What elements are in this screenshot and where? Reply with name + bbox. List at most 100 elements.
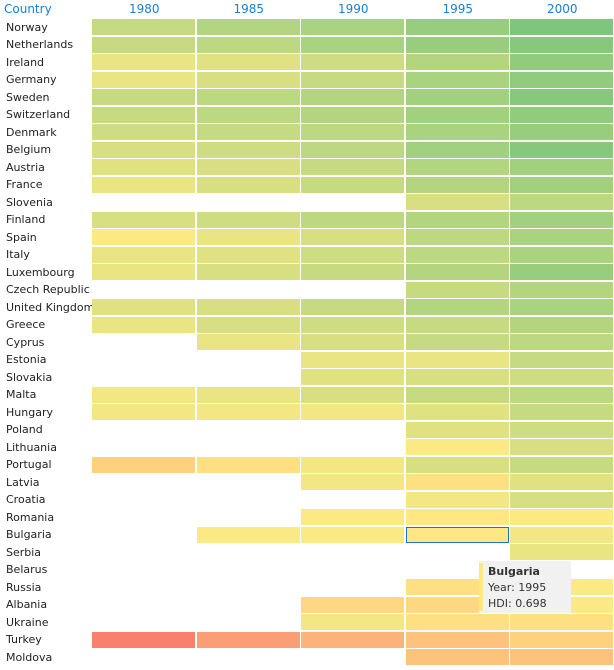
heatmap-cell[interactable] bbox=[196, 246, 300, 263]
heatmap-cell[interactable] bbox=[301, 631, 404, 648]
heatmap-cell[interactable] bbox=[405, 124, 509, 140]
heatmap-cell[interactable] bbox=[196, 631, 300, 648]
year-header[interactable]: 1995 bbox=[406, 0, 511, 18]
heatmap-cell[interactable] bbox=[301, 89, 404, 105]
heatmap-cell[interactable] bbox=[301, 211, 404, 228]
heatmap-cell[interactable] bbox=[405, 649, 509, 665]
heatmap-cell[interactable] bbox=[405, 456, 509, 473]
heatmap-cell[interactable] bbox=[301, 71, 404, 88]
heatmap-cell[interactable] bbox=[301, 54, 404, 70]
heatmap-cell[interactable] bbox=[510, 404, 613, 420]
heatmap-cell[interactable] bbox=[510, 106, 613, 123]
heatmap-cell[interactable] bbox=[196, 141, 300, 158]
heatmap-cell[interactable] bbox=[196, 89, 300, 105]
heatmap-cell[interactable] bbox=[92, 299, 195, 315]
heatmap-cell[interactable] bbox=[405, 89, 509, 105]
heatmap-cell[interactable] bbox=[92, 176, 195, 193]
heatmap-cell[interactable] bbox=[92, 71, 195, 88]
heatmap-cell[interactable] bbox=[510, 124, 613, 140]
heatmap-cell[interactable] bbox=[510, 36, 613, 53]
heatmap-cell[interactable] bbox=[510, 474, 613, 490]
heatmap-cell[interactable] bbox=[301, 404, 404, 420]
heatmap-cell[interactable] bbox=[196, 456, 300, 473]
heatmap-cell[interactable] bbox=[301, 474, 404, 490]
heatmap-cell[interactable] bbox=[405, 369, 509, 385]
heatmap-cell[interactable] bbox=[92, 36, 195, 53]
heatmap-cell[interactable] bbox=[301, 509, 404, 525]
heatmap-cell[interactable] bbox=[301, 176, 404, 193]
heatmap-cell[interactable] bbox=[405, 474, 509, 490]
heatmap-cell[interactable] bbox=[196, 386, 300, 403]
heatmap-cell[interactable] bbox=[196, 229, 300, 245]
heatmap-cell[interactable] bbox=[301, 526, 404, 543]
heatmap-cell[interactable] bbox=[405, 526, 509, 543]
heatmap-cell[interactable] bbox=[92, 54, 195, 70]
heatmap-cell[interactable] bbox=[301, 124, 404, 140]
heatmap-cell[interactable] bbox=[405, 351, 509, 368]
heatmap-cell[interactable] bbox=[301, 386, 404, 403]
heatmap-cell[interactable] bbox=[510, 211, 613, 228]
heatmap-cell[interactable] bbox=[301, 456, 404, 473]
heatmap-cell[interactable] bbox=[405, 176, 509, 193]
heatmap-cell[interactable] bbox=[196, 404, 300, 420]
heatmap-cell[interactable] bbox=[510, 176, 613, 193]
heatmap-cell[interactable] bbox=[196, 211, 300, 228]
heatmap-cell[interactable] bbox=[405, 404, 509, 420]
heatmap-cell[interactable] bbox=[510, 89, 613, 105]
heatmap-cell[interactable] bbox=[301, 229, 404, 245]
heatmap-cell[interactable] bbox=[510, 614, 613, 630]
heatmap-cell[interactable] bbox=[510, 386, 613, 403]
heatmap-cell[interactable] bbox=[510, 649, 613, 665]
heatmap-cell[interactable] bbox=[196, 19, 300, 35]
heatmap-cell[interactable] bbox=[405, 211, 509, 228]
year-header[interactable]: 1980 bbox=[92, 0, 197, 18]
heatmap-cell[interactable] bbox=[510, 456, 613, 473]
heatmap-cell[interactable] bbox=[92, 124, 195, 140]
year-header[interactable]: 1985 bbox=[197, 0, 302, 18]
heatmap-cell[interactable] bbox=[92, 316, 195, 333]
heatmap-cell[interactable] bbox=[405, 141, 509, 158]
heatmap-cell[interactable] bbox=[92, 159, 195, 175]
heatmap-cell[interactable] bbox=[301, 614, 404, 630]
heatmap-cell[interactable] bbox=[301, 19, 404, 35]
heatmap-cell[interactable] bbox=[405, 631, 509, 648]
heatmap-cell[interactable] bbox=[92, 404, 195, 420]
heatmap-cell[interactable] bbox=[301, 264, 404, 280]
heatmap-cell[interactable] bbox=[405, 159, 509, 175]
heatmap-cell[interactable] bbox=[405, 439, 509, 455]
heatmap-cell[interactable] bbox=[405, 421, 509, 438]
heatmap-cell[interactable] bbox=[405, 106, 509, 123]
heatmap-cell[interactable] bbox=[196, 159, 300, 175]
heatmap-cell[interactable] bbox=[301, 299, 404, 315]
heatmap-cell[interactable] bbox=[405, 386, 509, 403]
heatmap-cell[interactable] bbox=[510, 509, 613, 525]
heatmap-cell[interactable] bbox=[510, 141, 613, 158]
heatmap-cell[interactable] bbox=[405, 281, 509, 298]
heatmap-cell[interactable] bbox=[405, 246, 509, 263]
heatmap-cell[interactable] bbox=[92, 211, 195, 228]
heatmap-cell[interactable] bbox=[92, 229, 195, 245]
heatmap-cell[interactable] bbox=[92, 19, 195, 35]
heatmap-cell[interactable] bbox=[301, 369, 404, 385]
heatmap-cell[interactable] bbox=[196, 36, 300, 53]
heatmap-cell[interactable] bbox=[510, 246, 613, 263]
year-header[interactable]: 1990 bbox=[301, 0, 406, 18]
heatmap-cell[interactable] bbox=[510, 19, 613, 35]
heatmap-cell[interactable] bbox=[405, 509, 509, 525]
heatmap-cell[interactable] bbox=[510, 631, 613, 648]
heatmap-cell[interactable] bbox=[510, 194, 613, 210]
heatmap-cell[interactable] bbox=[405, 614, 509, 630]
heatmap-cell[interactable] bbox=[92, 89, 195, 105]
heatmap-cell[interactable] bbox=[196, 124, 300, 140]
heatmap-cell[interactable] bbox=[92, 386, 195, 403]
heatmap-cell[interactable] bbox=[301, 334, 404, 350]
heatmap-cell[interactable] bbox=[405, 71, 509, 88]
year-header[interactable]: 2000 bbox=[510, 0, 614, 18]
heatmap-cell[interactable] bbox=[196, 526, 300, 543]
heatmap-cell[interactable] bbox=[510, 421, 613, 438]
heatmap-cell[interactable] bbox=[92, 106, 195, 123]
heatmap-cell[interactable] bbox=[510, 334, 613, 350]
heatmap-cell[interactable] bbox=[510, 71, 613, 88]
heatmap-cell[interactable] bbox=[196, 316, 300, 333]
heatmap-cell[interactable] bbox=[510, 439, 613, 455]
